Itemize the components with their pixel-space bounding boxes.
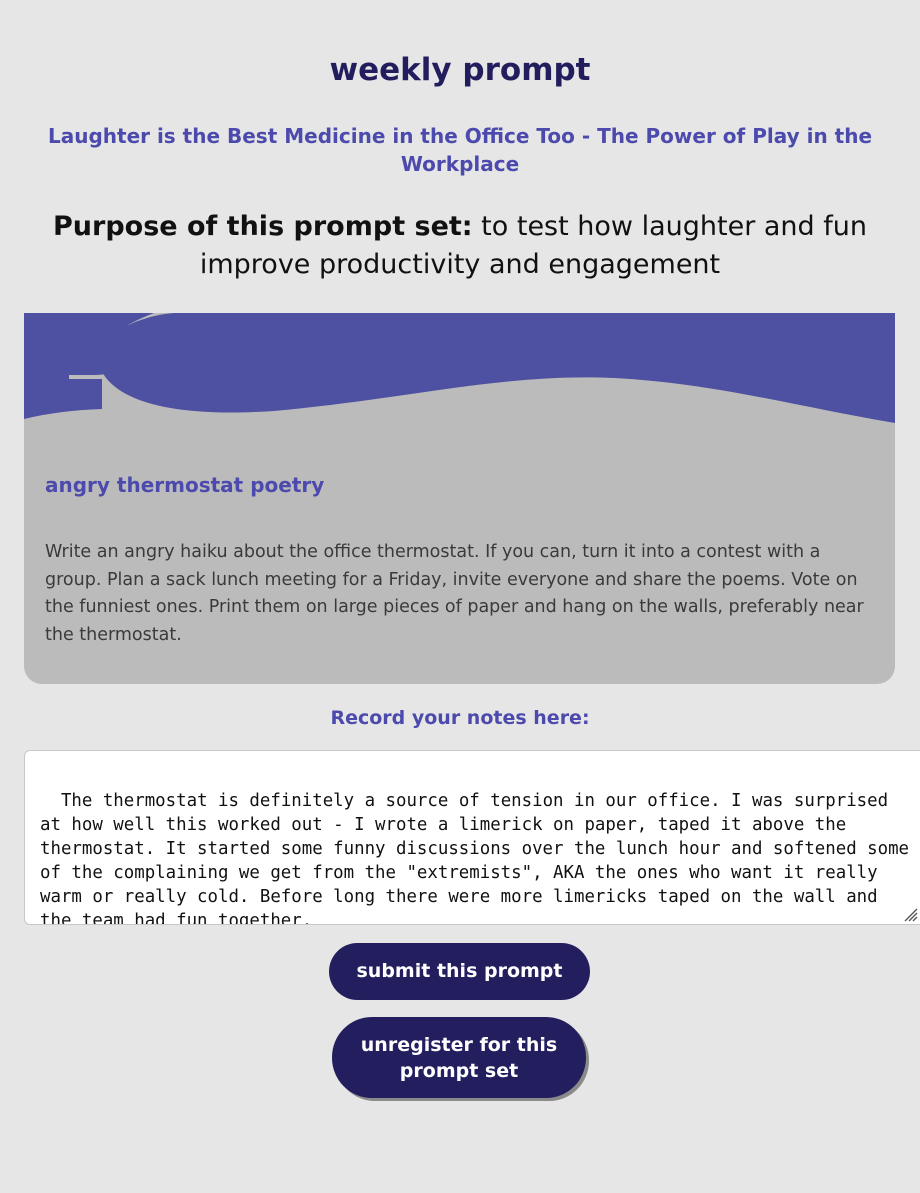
resize-handle-icon[interactable]	[902, 906, 918, 922]
purpose-lead: Purpose of this prompt set:	[53, 211, 473, 242]
purpose-statement: Purpose of this prompt set: to test how …	[40, 208, 880, 284]
notes-textarea[interactable]: The thermostat is definitely a source of…	[24, 750, 920, 925]
wave-shape	[24, 313, 895, 423]
unregister-button[interactable]: unregister for this prompt set	[332, 1017, 586, 1098]
page: { "header": { "title": "weekly prompt", …	[0, 0, 920, 1193]
submit-prompt-button[interactable]: submit this prompt	[329, 943, 590, 1000]
prompt-set-title: Laughter is the Best Medicine in the Off…	[47, 124, 873, 176]
notes-label: Record your notes here:	[330, 707, 590, 729]
wave-shape-left	[24, 313, 137, 419]
notes-text: The thermostat is definitely a source of…	[40, 791, 920, 925]
wave-decoration	[24, 313, 895, 423]
prompt-description: Write an angry haiku about the office th…	[45, 542, 864, 645]
prompt-heading: angry thermostat poetry	[45, 473, 325, 497]
page-title: weekly prompt	[329, 52, 591, 88]
prompt-card: angry thermostat poetry Write an angry h…	[24, 313, 895, 684]
